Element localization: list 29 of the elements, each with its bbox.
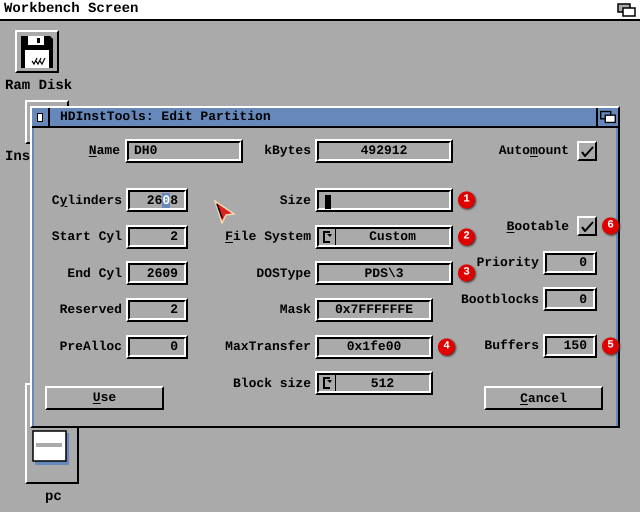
icon-label: Ins — [5, 148, 30, 167]
field-label: Bootable — [506, 218, 569, 236]
window-title: HDInstTools: Edit Partition — [59, 108, 272, 126]
icon-label: Ram Disk — [5, 77, 72, 96]
number-badge: 2 — [458, 228, 475, 246]
field-label: DOSType — [256, 264, 311, 283]
icon-label: pc — [45, 488, 62, 507]
field-label: Mask — [280, 301, 311, 320]
number-badge: 4 — [438, 338, 455, 356]
field-label: Start Cyl — [52, 228, 122, 246]
field-label: File System — [225, 228, 311, 246]
number-badge: 6 — [602, 218, 619, 235]
field-label: PreAlloc — [60, 338, 122, 356]
field-label: Cylinders — [52, 192, 122, 210]
field-label: kBytes — [263, 142, 311, 160]
field-label: Priority — [476, 254, 539, 272]
number-badge: 5 — [602, 338, 619, 355]
field-label: Name — [88, 142, 120, 160]
field-label: Reserved — [60, 301, 122, 320]
field-label: Block size — [232, 374, 311, 393]
field-label: Bootblocks — [460, 290, 539, 309]
number-badge: 3 — [458, 264, 475, 282]
field-label: End Cyl — [67, 264, 122, 283]
number-badge: 1 — [458, 192, 475, 209]
screen-title: Workbench Screen — [3, 0, 138, 19]
field-label: MaxTransfer — [225, 338, 311, 356]
field-label: Automount — [498, 142, 569, 160]
field-label: Buffers — [484, 337, 539, 356]
field-label: Size — [280, 192, 311, 210]
